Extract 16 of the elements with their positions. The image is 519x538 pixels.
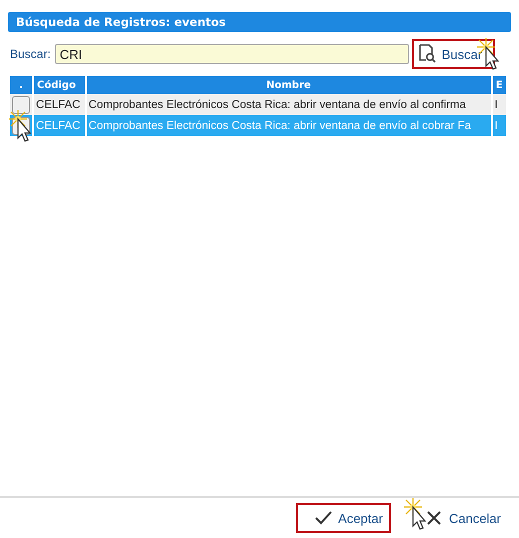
table-cell-text: I [494, 118, 499, 134]
search-button[interactable]: Buscar [412, 39, 495, 69]
table-cell-text: Comprobantes Electrónicos Costa Rica: abrir ventana de envío al cobrar Fa [88, 118, 472, 134]
column-header: E [492, 76, 506, 94]
column-header: Código [34, 76, 85, 94]
accept-button[interactable]: Aceptar [296, 503, 391, 533]
table-cell-text: CELFAC [35, 98, 82, 112]
table-row[interactable]: CELFAC Comprobantes Electrónicos Costa Rica: abrir ventana de envío al confirma I [10, 94, 506, 115]
search-label: Buscar: [10, 47, 51, 61]
column-header: . [10, 76, 32, 94]
window-title: Búsqueda de Registros: eventos [8, 12, 511, 32]
table-cell-text: Comprobantes Electrónicos Costa Rica: abrir ventana de envío al confirma [88, 98, 467, 112]
table-cell-text: CELFAC [35, 118, 82, 134]
table-cell-text: I [494, 98, 499, 112]
column-header: Nombre [86, 76, 491, 94]
search-field[interactable]: CRI [54, 44, 409, 64]
